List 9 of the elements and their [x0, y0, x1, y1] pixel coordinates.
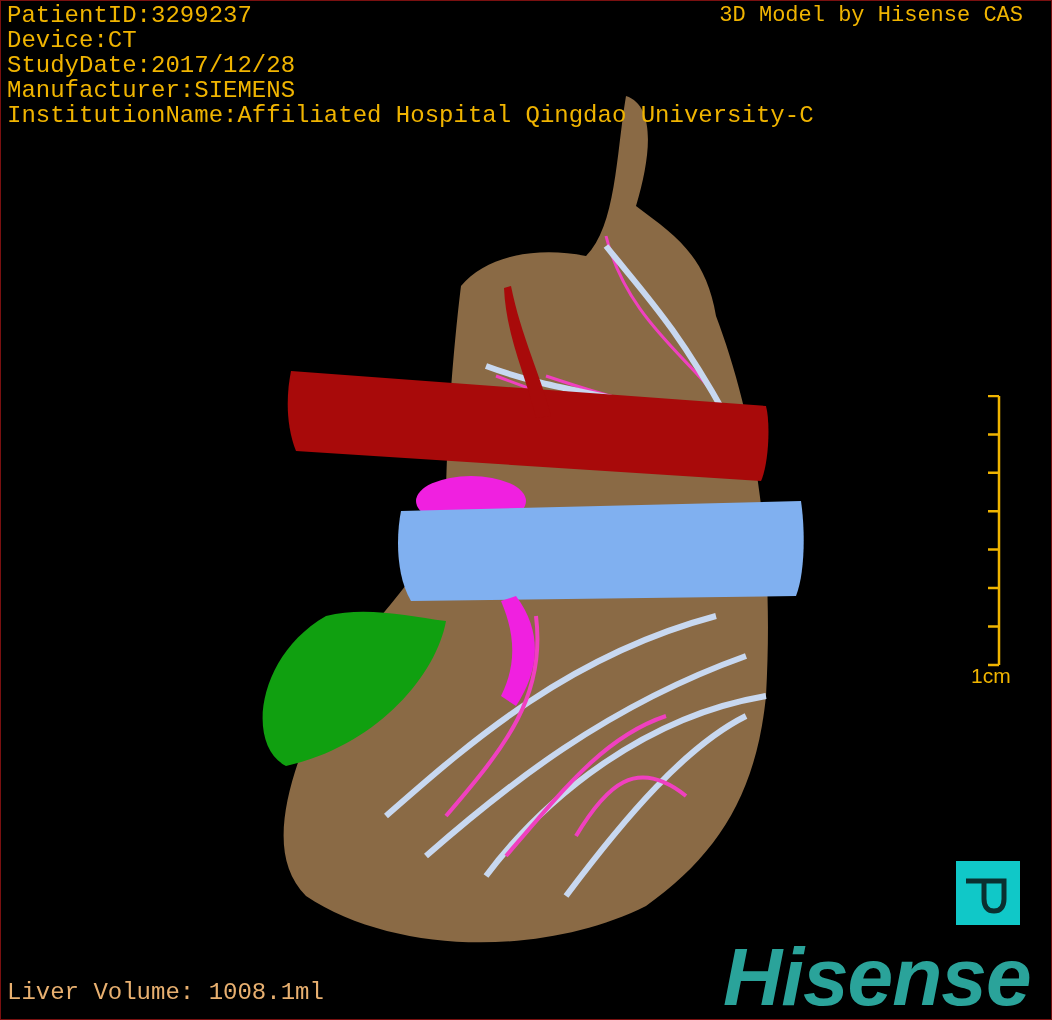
info-line: StudyDate:2017/12/28: [7, 53, 296, 78]
liver-volume: Liver Volume: 1008.1ml: [7, 979, 324, 1007]
info-line: Device:CT: [7, 28, 137, 53]
brand-logo: Hisense: [723, 933, 1031, 1019]
scale-label: 1cm: [971, 663, 1011, 688]
info-line: Manufacturer:SIEMENS: [7, 78, 296, 103]
viewer-title: 3D Model by Hisense CAS: [719, 3, 1023, 28]
info-line: PatientID:3299237: [7, 3, 252, 28]
logo-icon: [956, 861, 1020, 925]
